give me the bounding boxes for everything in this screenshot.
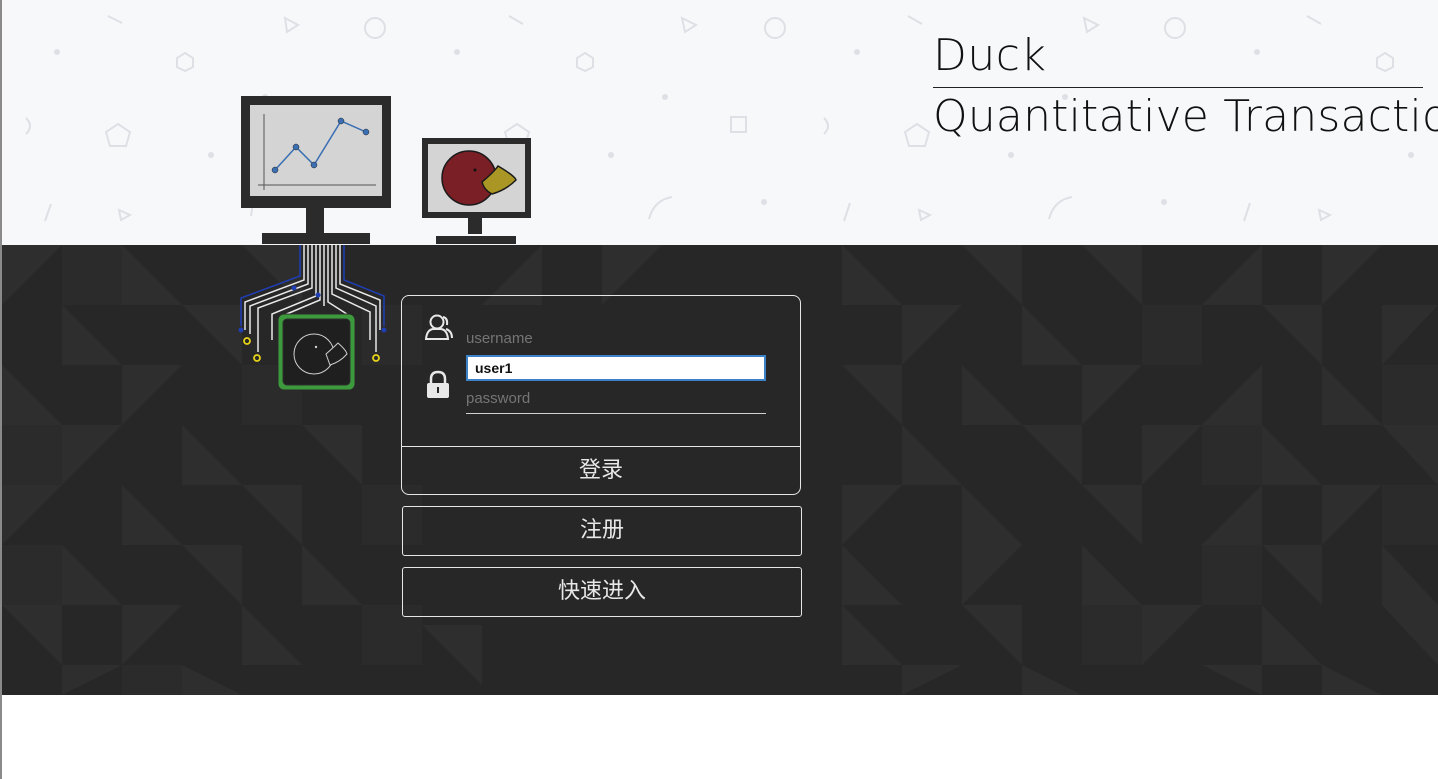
chart-monitor <box>241 96 391 244</box>
chip-logo <box>277 313 356 391</box>
brand-heading: Duck Quantitative Transaction <box>933 28 1438 146</box>
login-form: user1 登录 <box>401 295 801 495</box>
login-button[interactable]: 登录 <box>402 447 800 495</box>
user-icon <box>424 312 454 347</box>
register-button[interactable]: 注册 <box>402 506 802 556</box>
brand-title: Duck <box>933 30 1047 81</box>
footer-blank <box>2 695 1438 779</box>
duck-monitor <box>422 138 531 244</box>
username-row <box>402 296 800 356</box>
username-input[interactable] <box>466 324 766 352</box>
brand-subtitle: Quantitative Transaction <box>933 91 1438 142</box>
password-input[interactable] <box>466 384 766 414</box>
quick-enter-button[interactable]: 快速进入 <box>402 567 802 617</box>
header-band: Duck Quantitative Transaction <box>2 0 1438 245</box>
lock-icon <box>426 370 450 405</box>
